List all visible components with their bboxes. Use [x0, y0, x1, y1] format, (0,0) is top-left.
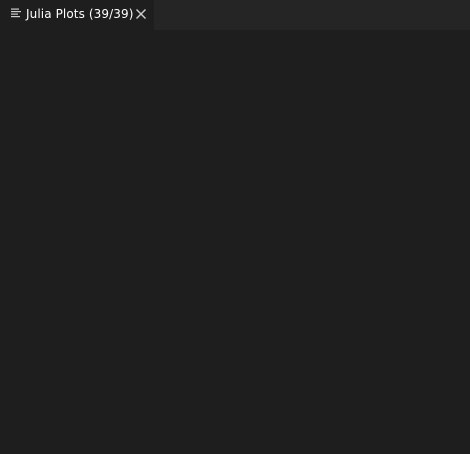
plot-pane — [0, 30, 470, 454]
tab-julia-plots[interactable]: Julia Plots (39/39) — [0, 0, 155, 30]
tab-bar: Julia Plots (39/39) — [0, 0, 470, 30]
tab-label: Julia Plots (39/39) — [26, 7, 134, 21]
preview-lines-icon — [11, 8, 21, 18]
editor-window: Julia Plots (39/39) — [0, 0, 470, 454]
close-icon[interactable] — [134, 7, 148, 21]
